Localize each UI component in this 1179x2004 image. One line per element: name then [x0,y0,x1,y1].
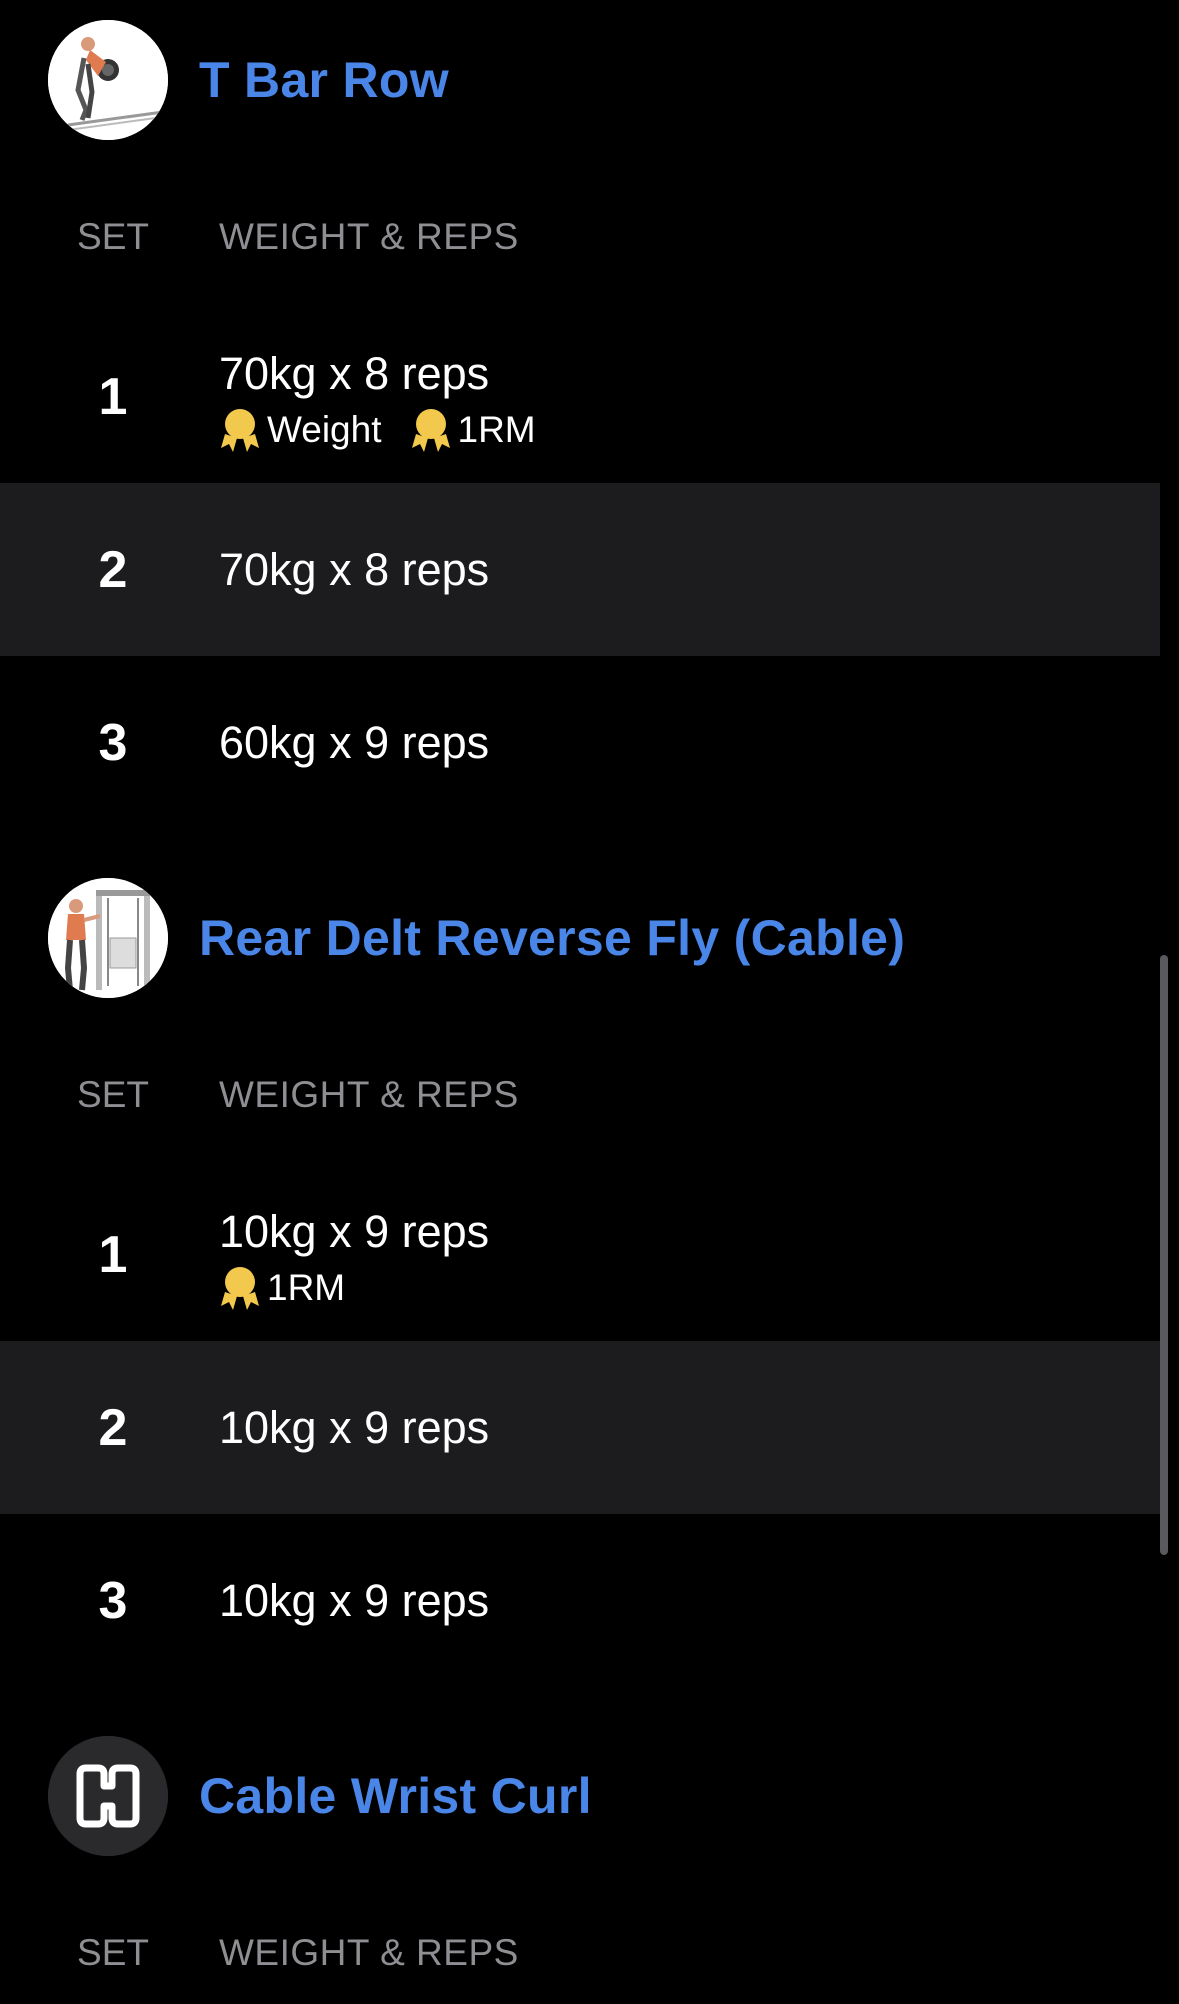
set-row[interactable]: 2 10kg x 9 reps [0,1341,1160,1514]
set-row[interactable]: 2 70kg x 8 reps [0,483,1160,656]
weight-reps-column-header: WEIGHT & REPS [219,1074,519,1115]
set-weight-reps: 10kg x 9 reps [219,1206,490,1257]
badge-label: Weight [267,409,382,450]
weight-reps-column-header: WEIGHT & REPS [219,1932,519,1973]
exercise-title[interactable]: Rear Delt Reverse Fly (Cable) [199,909,905,967]
set-weight-reps: 10kg x 9 reps [219,1574,490,1626]
set-number: 3 [98,1571,128,1630]
set-weight-reps: 70kg x 8 reps [219,348,490,399]
exercise-thumbnail[interactable] [48,878,168,998]
set-number: 3 [98,713,128,772]
set-number: 1 [98,1225,128,1284]
cable-machine-illustration-icon [48,878,168,998]
set-weight-reps: 60kg x 9 reps [219,716,490,768]
app-logo-icon [48,1736,168,1856]
exercise-title[interactable]: T Bar Row [199,51,449,109]
exercise-header[interactable]: Rear Delt Reverse Fly (Cable) [0,878,1179,998]
medal-icon [221,409,259,452]
exercise-header[interactable]: Cable Wrist Curl [0,1736,1179,1856]
weight-reps-column-header: WEIGHT & REPS [219,216,519,257]
medal-icon [221,1267,259,1310]
set-column-header: SET [77,1932,149,1973]
t-bar-row-illustration-icon [48,20,168,140]
exercise-header[interactable]: T Bar Row [0,20,1179,140]
badge-label: 1RM [457,409,536,450]
set-weight-reps: 10kg x 9 reps [219,1401,490,1453]
exercise-thumbnail[interactable] [48,20,168,140]
set-row[interactable]: 3 10kg x 9 reps [0,1514,1160,1687]
scrollbar[interactable] [1160,955,1168,1555]
record-badge: 1RM [410,408,536,452]
column-header-row: SET WEIGHT & REPS [0,206,1179,266]
column-header-row: SET WEIGHT & REPS [0,1922,1179,1982]
exercise-title[interactable]: Cable Wrist Curl [199,1767,592,1825]
column-header-row: SET WEIGHT & REPS [0,1064,1179,1124]
set-row[interactable]: 1 70kg x 8 reps Weight 1RM [0,310,1160,483]
set-row[interactable]: 1 10kg x 9 reps 1RM [0,1168,1160,1341]
set-row[interactable]: 3 60kg x 9 reps [0,656,1160,829]
set-number: 1 [98,367,128,426]
set-column-header: SET [77,1074,149,1115]
record-badge: 1RM [219,1266,345,1310]
set-column-header: SET [77,216,149,257]
record-badges: Weight 1RM [219,408,564,452]
exercise-thumbnail[interactable] [48,1736,168,1856]
record-badges: 1RM [219,1266,373,1310]
medal-icon [411,409,450,452]
record-badge: Weight [219,408,382,452]
badge-label: 1RM [267,1267,346,1308]
set-weight-reps: 70kg x 8 reps [219,543,490,595]
set-number: 2 [98,1398,128,1457]
set-number: 2 [98,540,128,599]
